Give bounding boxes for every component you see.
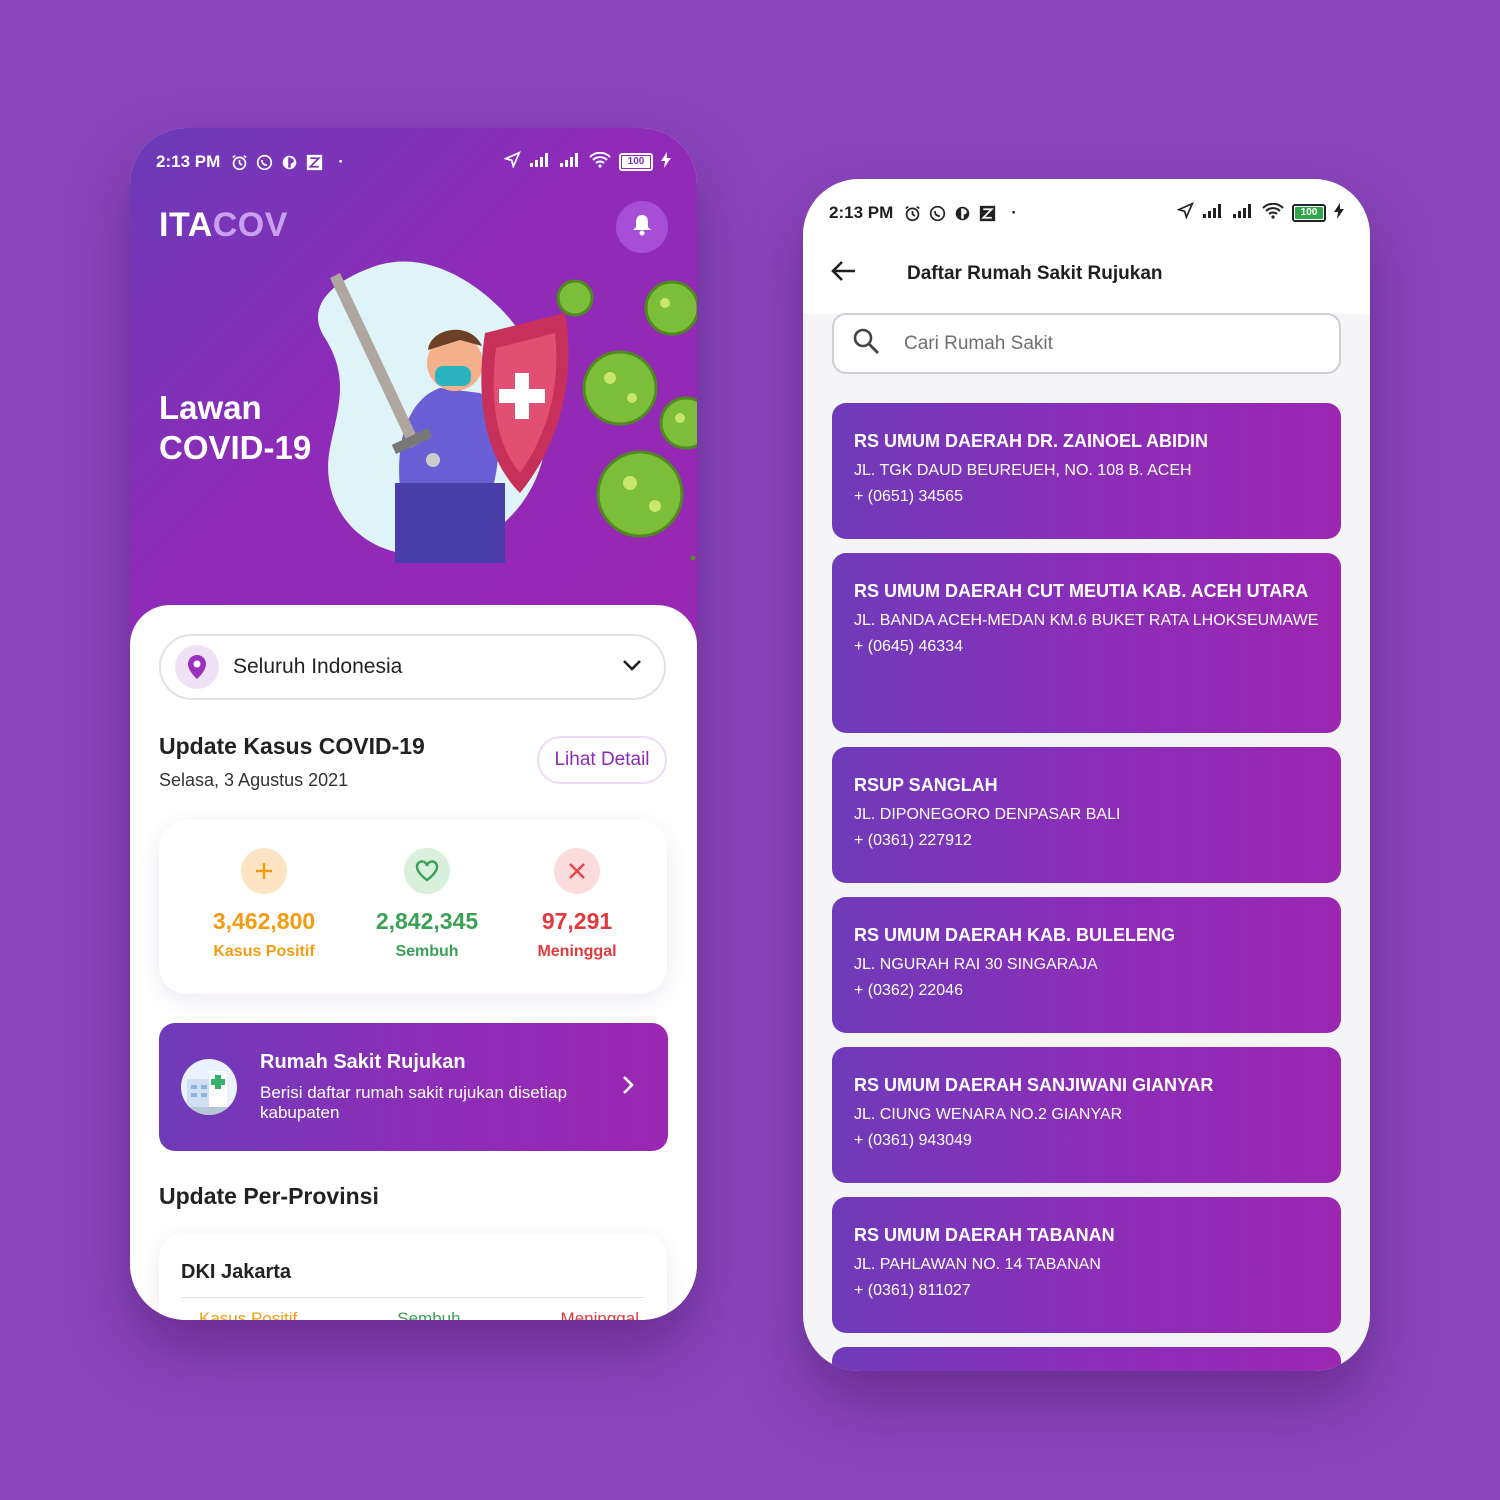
hero-illustration — [317, 261, 697, 563]
signal-icon — [529, 152, 551, 173]
chevron-right-icon — [622, 1075, 634, 1100]
charging-icon — [1334, 202, 1344, 224]
hospital-address: JL. CIUNG WENARA NO.2 GIANYAR — [854, 1106, 1123, 1123]
plus-icon — [241, 848, 287, 894]
hospital-phone: + (0361) 227912 — [854, 832, 972, 849]
hospital-card[interactable]: RS UMUM DAERAH CUT MEUTIA KAB. ACEH UTAR… — [832, 553, 1341, 733]
hospital-phone: + (0362) 22046 — [854, 982, 963, 999]
app-logo: ITACOV — [159, 206, 288, 244]
view-detail-button[interactable]: Lihat Detail — [537, 736, 667, 784]
status-bar: 2:13 PM · 100 — [130, 132, 697, 192]
signal-icon — [559, 152, 581, 173]
hospital-address: JL. TGK DAUD BEUREUEH, NO. 108 B. ACEH — [854, 462, 1192, 479]
pin-icon — [175, 645, 219, 689]
hospital-name: RSUP SANGLAH — [854, 775, 998, 795]
province-col-recovered: Sembuh — [397, 1309, 461, 1320]
whatsapp-icon — [928, 204, 946, 222]
stat-recovered-value: 2,842,345 — [375, 908, 479, 934]
chevron-down-icon — [622, 658, 642, 676]
hospital-address: JL. BANDA ACEH-MEDAN KM.6 BUKET RATA LHO… — [854, 612, 1319, 629]
alarm-icon — [903, 204, 921, 222]
stat-deaths: 97,291 Meninggal — [497, 848, 657, 961]
banner-title: Rumah Sakit Rujukan — [260, 1051, 466, 1073]
hospital-name: RS UMUM DAERAH CUT MEUTIA KAB. ACEH UTAR… — [854, 581, 1309, 601]
hospital-card[interactable]: RS UMUM DAERAH SANJIWANI GIANYAR JL. CIU… — [832, 1047, 1341, 1183]
home-header: 2:13 PM · 100 ITACOV Lawan COVID-19 — [130, 128, 697, 648]
hospital-card[interactable]: RS UMUM DAERAH DR. ZAINOEL ABIDIN JL. TG… — [832, 403, 1341, 539]
heart-icon — [404, 848, 450, 894]
region-dropdown[interactable]: Seluruh Indonesia — [159, 634, 666, 700]
alarm-icon — [230, 153, 248, 171]
hospital-card[interactable]: RSUP SANGLAH JL. DIPONEGORO DENPASAR BAL… — [832, 747, 1341, 883]
close-icon — [554, 848, 600, 894]
hospital-card[interactable]: RS UMUM DAERAH KAB. BULELENG JL. NGURAH … — [832, 897, 1341, 1033]
wifi-icon — [589, 151, 611, 173]
banner-description: Berisi daftar rumah sakit rujukan diseti… — [260, 1083, 568, 1122]
wifi-icon — [1262, 202, 1284, 224]
divider — [181, 1297, 645, 1298]
list-header: 2:13 PM · 100 Daftar Rumah Sakit Rujukan — [803, 179, 1370, 314]
stat-positive-label: Kasus Positif — [213, 943, 315, 960]
hospital-address: JL. PAHLAWAN NO. 14 TABANAN — [854, 1256, 1101, 1273]
search-input[interactable]: Cari Rumah Sakit — [832, 313, 1341, 374]
hospital-name: RS UMUM DAERAH SANJIWANI GIANYAR — [854, 1075, 1214, 1095]
app-icon — [280, 153, 298, 171]
hospital-phone: + (0645) 46334 — [854, 638, 963, 655]
update-date: Selasa, 3 Agustus 2021 — [159, 770, 349, 790]
hospital-card[interactable]: RS UMUM DAERAH TABANAN JL. PAHLAWAN NO. … — [832, 1197, 1341, 1333]
hospital-card[interactable] — [832, 1347, 1341, 1371]
home-content: Seluruh Indonesia Update Kasus COVID-19 … — [130, 605, 697, 1320]
notification-button[interactable] — [616, 201, 668, 253]
hospital-referral-banner[interactable]: Rumah Sakit Rujukan Berisi daftar rumah … — [159, 1023, 668, 1151]
phone-home-screen: 2:13 PM · 100 ITACOV Lawan COVID-19 Selu… — [130, 128, 697, 1320]
province-col-positive: Kasus Positif — [199, 1309, 298, 1320]
stat-positive-value: 3,462,800 — [212, 908, 316, 934]
province-col-deaths: Meninggal — [560, 1309, 639, 1320]
app-icon — [953, 204, 971, 222]
battery-icon: 100 — [619, 153, 653, 171]
battery-icon: 100 — [1292, 204, 1326, 222]
stat-deaths-value: 97,291 — [541, 908, 613, 934]
province-section-title: Update Per-Provinsi — [159, 1183, 379, 1209]
location-arrow-icon — [503, 151, 521, 173]
hero-title: Lawan COVID-19 — [159, 388, 311, 468]
hospital-phone: + (0651) 34565 — [854, 488, 963, 505]
phone-hospital-list-screen: 2:13 PM · 100 Daftar Rumah Sakit Rujukan… — [803, 179, 1370, 1371]
region-value: Seluruh Indonesia — [233, 655, 403, 678]
province-name: DKI Jakarta — [181, 1261, 292, 1283]
location-arrow-icon — [1176, 202, 1194, 224]
hospital-phone: + (0361) 811027 — [854, 1282, 971, 1299]
hospital-address: JL. NGURAH RAI 30 SINGARAJA — [854, 956, 1098, 973]
hero-title-line-1: Lawan — [159, 389, 262, 426]
back-arrow-icon[interactable] — [829, 259, 857, 288]
stat-recovered-label: Sembuh — [395, 943, 459, 960]
stats-card: 3,462,800 Kasus Positif 2,842,345 Sembuh… — [159, 820, 667, 994]
province-card[interactable]: DKI Jakarta Kasus Positif Sembuh Meningg… — [159, 1233, 667, 1320]
hospital-icon — [181, 1059, 237, 1115]
status-time: 2:13 PM — [829, 203, 894, 222]
update-title: Update Kasus COVID-19 — [159, 733, 425, 759]
search-placeholder: Cari Rumah Sakit — [904, 332, 1053, 354]
status-bar: 2:13 PM · 100 — [803, 183, 1370, 243]
charging-icon — [661, 151, 671, 173]
z-icon — [305, 153, 323, 171]
z-icon — [978, 204, 996, 222]
stat-deaths-label: Meninggal — [537, 943, 617, 960]
whatsapp-icon — [255, 153, 273, 171]
stat-positive: 3,462,800 Kasus Positif — [184, 848, 344, 961]
search-icon — [852, 327, 880, 360]
hospital-name: RS UMUM DAERAH DR. ZAINOEL ABIDIN — [854, 431, 1208, 451]
signal-icon — [1232, 203, 1254, 224]
stat-recovered: 2,842,345 Sembuh — [347, 848, 507, 961]
hospital-name: RS UMUM DAERAH TABANAN — [854, 1225, 1115, 1245]
hospital-name: RS UMUM DAERAH KAB. BULELENG — [854, 925, 1175, 945]
hero-title-line-2: COVID-19 — [159, 429, 312, 466]
page-title: Daftar Rumah Sakit Rujukan — [907, 263, 1163, 284]
hospital-phone: + (0361) 943049 — [854, 1132, 972, 1149]
signal-icon — [1202, 203, 1224, 224]
hospital-address: JL. DIPONEGORO DENPASAR BALI — [854, 806, 1121, 823]
status-time: 2:13 PM — [156, 152, 221, 171]
bell-icon — [631, 213, 653, 242]
